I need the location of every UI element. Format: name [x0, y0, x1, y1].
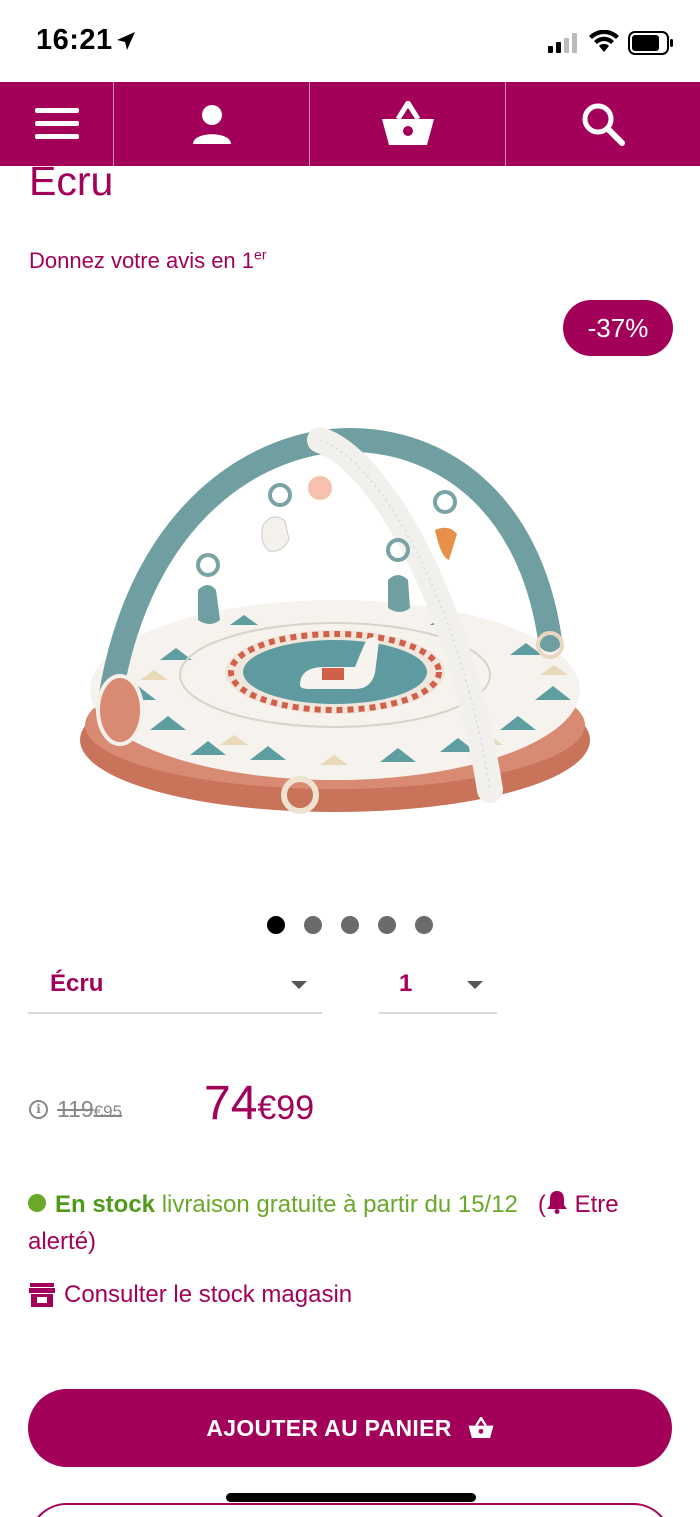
- review-link-sup: er: [254, 246, 267, 263]
- location-arrow-icon: [117, 32, 135, 50]
- image-carousel-dots: [0, 916, 700, 934]
- battery-icon: [628, 31, 673, 55]
- stock-status: En stock livraison gratuite à partir du …: [28, 1186, 678, 1260]
- basket-button[interactable]: [310, 82, 506, 166]
- current-price-int: 74: [204, 1077, 258, 1130]
- old-price-int: 119: [57, 1096, 94, 1122]
- alert-open-paren: (: [537, 1191, 546, 1218]
- info-icon[interactable]: i: [29, 1100, 48, 1119]
- account-button[interactable]: [114, 82, 310, 166]
- status-time: 16:21: [36, 24, 113, 56]
- account-icon: [192, 105, 231, 144]
- secondary-action-button[interactable]: [28, 1503, 672, 1517]
- basket-icon: [381, 101, 434, 145]
- search-icon: [582, 103, 625, 146]
- current-price-cents: €99: [257, 1089, 315, 1127]
- color-select[interactable]: Écru: [28, 958, 322, 1014]
- menu-button[interactable]: [0, 82, 114, 166]
- discount-badge: -37%: [563, 300, 673, 356]
- current-price: 74€99: [204, 1076, 314, 1131]
- search-button[interactable]: [506, 82, 700, 166]
- carousel-dot-1[interactable]: [267, 916, 285, 934]
- carousel-dot-3[interactable]: [341, 916, 359, 934]
- add-to-cart-button[interactable]: AJOUTER AU PANIER: [28, 1389, 672, 1467]
- cellular-signal-icon: [548, 33, 577, 53]
- chevron-down-icon: [467, 981, 483, 989]
- delivery-info: livraison gratuite à partir du 15/12: [161, 1191, 518, 1218]
- top-navbar: [0, 82, 700, 166]
- product-image[interactable]: [80, 400, 620, 840]
- product-title: Portique tapis d'éveil Lama Sacha Écru: [29, 166, 114, 204]
- old-price: 119€95: [57, 1096, 122, 1123]
- home-indicator: [226, 1493, 476, 1502]
- store-stock-link[interactable]: Consulter le stock magasin: [29, 1281, 352, 1309]
- quantity-select[interactable]: 1: [379, 958, 497, 1014]
- quantity-select-value: 1: [399, 970, 413, 997]
- store-stock-link-text: Consulter le stock magasin: [64, 1281, 353, 1308]
- wifi-icon: [589, 30, 619, 52]
- basket-icon: [468, 1417, 494, 1439]
- store-icon: [29, 1283, 55, 1307]
- add-to-cart-label: AJOUTER AU PANIER: [206, 1414, 452, 1441]
- status-bar: 16:21: [0, 0, 700, 82]
- carousel-dot-5[interactable]: [415, 916, 433, 934]
- carousel-dot-4[interactable]: [378, 916, 396, 934]
- chevron-down-icon: [291, 981, 307, 989]
- bell-icon: [546, 1191, 567, 1214]
- stock-status-dot: [28, 1194, 46, 1212]
- product-title-container: Portique tapis d'éveil Lama Sacha Écru: [0, 166, 700, 232]
- review-link[interactable]: Donnez votre avis en 1er: [29, 248, 266, 274]
- carousel-dot-2[interactable]: [304, 916, 322, 934]
- stock-status-label: En stock: [55, 1191, 156, 1218]
- old-price-cents: €95: [93, 1102, 123, 1121]
- color-select-value: Écru: [50, 970, 104, 997]
- review-link-text: Donnez votre avis en 1: [29, 248, 255, 273]
- old-price-block: i 119€95: [29, 1096, 122, 1123]
- menu-icon: [34, 108, 79, 139]
